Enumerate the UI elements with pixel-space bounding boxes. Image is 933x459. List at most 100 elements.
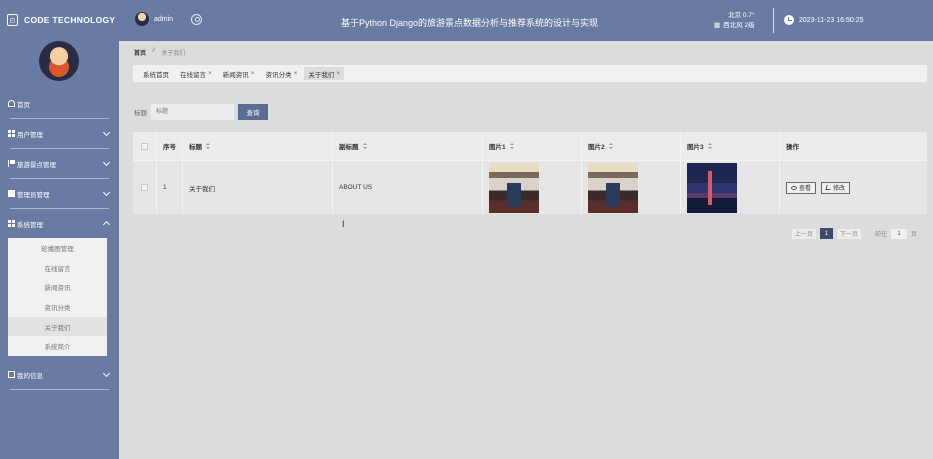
goto-page-input[interactable]: 1: [891, 228, 908, 239]
col-header-label: 标题: [189, 144, 202, 151]
submenu-item-about-us[interactable]: 关于我们: [8, 316, 107, 337]
tab-label: 系统首页: [143, 71, 169, 79]
username[interactable]: admin: [154, 16, 173, 23]
tab-label: 在线留言: [180, 71, 206, 79]
close-icon[interactable]: ×: [336, 70, 340, 77]
chevron-down-icon: [102, 128, 111, 137]
page-suffix: 页: [911, 232, 918, 238]
chevron-down-icon: [102, 370, 111, 378]
close-icon[interactable]: ×: [208, 70, 212, 77]
tab-label: 新闻资讯: [222, 71, 249, 79]
next-page-button[interactable]: 下一页: [837, 228, 862, 239]
col-header-image3[interactable]: 图片3: [681, 132, 780, 160]
page-title: 基于Python Django的旅游景点数据分析与推荐系统的设计与实现: [341, 18, 599, 28]
sidebar-avatar: [39, 41, 79, 81]
eye-icon: [791, 185, 797, 190]
datetime: 2023-11-23 16:50:25: [799, 16, 864, 24]
select-all-checkbox[interactable]: [141, 142, 148, 150]
sidebar-item-label: 我的信息: [17, 372, 43, 380]
sort-icon[interactable]: [362, 142, 367, 150]
city-night-image[interactable]: [687, 162, 737, 213]
header-divider: [773, 8, 774, 33]
sort-icon[interactable]: [707, 142, 712, 150]
user-menu[interactable]: admin: [135, 12, 203, 26]
col-header-label: 图片2: [588, 144, 605, 151]
grid-icon: [8, 220, 15, 227]
logo-text: CODE TECHNOLOGY: [24, 15, 116, 25]
col-header-actions: 操作: [786, 144, 799, 151]
grid-icon: [8, 130, 15, 137]
row-index: 1: [157, 161, 183, 214]
submenu-item-news-category[interactable]: 资讯分类: [8, 297, 107, 317]
close-icon[interactable]: ×: [251, 70, 255, 77]
sort-icon[interactable]: [608, 142, 613, 150]
edit-button[interactable]: 修改: [821, 181, 851, 194]
tab-about-us[interactable]: 关于我们 ×: [304, 67, 345, 80]
flag-icon: [8, 160, 15, 167]
weather-widget: 北京 0.7° ▦ 西北风 2级: [714, 11, 755, 31]
submenu-item-news[interactable]: 新闻资讯: [8, 277, 107, 297]
view-button[interactable]: 查看: [786, 181, 817, 194]
tab-bar: 系统首页 在线留言 × 新闻资讯 × 资讯分类 × 关于我们 ×: [133, 65, 927, 82]
data-table: 序号 标题 副标题 图片1 图片2 图片3 操作 1 关于我们 ABOUT US…: [133, 132, 927, 214]
submenu-item-carousel[interactable]: 轮播图管理: [8, 238, 107, 258]
search-label: 标题: [134, 110, 147, 117]
tab-system-home[interactable]: 系统首页: [139, 67, 173, 80]
submenu-item-messages[interactable]: 在线留言: [8, 258, 107, 278]
conference-room-image[interactable]: [588, 162, 638, 213]
menu-divider: [10, 389, 109, 391]
sidebar-item-label: 首页: [17, 101, 30, 109]
breadcrumb: 首页 // 关于我们: [134, 48, 185, 57]
row-image2-cell: [582, 161, 681, 214]
sidebar-item-admin-management[interactable]: 管理员管理: [0, 179, 119, 208]
text-cursor-icon: I: [342, 219, 345, 229]
breadcrumb-current: 关于我们: [161, 51, 186, 57]
col-header-label: 图片1: [489, 144, 506, 151]
prev-page-button[interactable]: 上一页: [792, 228, 817, 239]
tab-messages[interactable]: 在线留言 ×: [176, 67, 216, 80]
breadcrumb-home[interactable]: 首页: [134, 48, 146, 57]
sort-icon[interactable]: [206, 142, 210, 150]
tab-label: 资讯分类: [265, 71, 292, 79]
breadcrumb-separator: //: [152, 48, 156, 54]
sidebar-item-home[interactable]: 首页: [0, 89, 119, 118]
table-header: 序号 标题 副标题 图片1 图片2 图片3 操作: [133, 132, 927, 160]
col-header-title[interactable]: 标题: [183, 132, 333, 160]
sidebar-item-label: 用户管理: [17, 131, 43, 139]
system-submenu: 轮播图管理 在线留言 新闻资讯 资讯分类 关于我们 系统简介: [8, 238, 107, 357]
title-search-input[interactable]: [151, 104, 234, 120]
sidebar-item-my-info[interactable]: 我的信息: [0, 360, 119, 389]
sidebar-item-label: 系统管理: [17, 221, 43, 229]
search-bar: 标题 查询: [134, 104, 268, 120]
select-all-cell: [133, 132, 157, 160]
conference-room-image[interactable]: [489, 162, 539, 213]
main-content: 首页 // 关于我们 系统首页 在线留言 × 新闻资讯 × 资讯分类 × 关于我们 × …: [119, 41, 933, 459]
close-icon[interactable]: ×: [294, 70, 298, 77]
row-select-cell: [133, 161, 157, 214]
tab-news[interactable]: 新闻资讯 ×: [219, 67, 259, 80]
sidebar-menu: 首页 用户管理 旅游景点管理 管理员管理 系统管理 轮播图管理 在线留言 新闻资…: [0, 89, 119, 391]
sidebar-item-system-management[interactable]: 系统管理: [0, 209, 119, 238]
submenu-item-system-intro[interactable]: 系统简介: [8, 336, 107, 356]
user-avatar[interactable]: [135, 12, 149, 26]
tab-news-category[interactable]: 资讯分类 ×: [262, 67, 302, 80]
wind-icon: ▦: [714, 22, 721, 29]
col-header-image1[interactable]: 图片1: [483, 132, 582, 160]
app-logo: ◰ CODE TECHNOLOGY: [7, 14, 115, 26]
sidebar-item-label: 管理员管理: [17, 191, 50, 199]
sidebar-item-user-management[interactable]: 用户管理: [0, 119, 119, 148]
sidebar-item-scenic-management[interactable]: 旅游景点管理: [0, 149, 119, 178]
home-icon: [8, 100, 15, 107]
col-header-subtitle[interactable]: 副标题: [333, 132, 483, 160]
row-checkbox[interactable]: [141, 184, 148, 191]
settings-icon[interactable]: [191, 13, 203, 25]
search-button[interactable]: 查询: [238, 104, 268, 120]
file-icon: ◰: [7, 14, 18, 26]
col-header-label: 副标题: [339, 144, 359, 151]
row-image3-cell: [681, 161, 780, 214]
sort-icon[interactable]: [509, 142, 514, 150]
col-header-image2[interactable]: 图片2: [582, 132, 681, 160]
page-number-current[interactable]: 1: [820, 228, 834, 239]
edit-label: 修改: [833, 186, 846, 192]
row-title: 关于我们: [183, 161, 333, 214]
